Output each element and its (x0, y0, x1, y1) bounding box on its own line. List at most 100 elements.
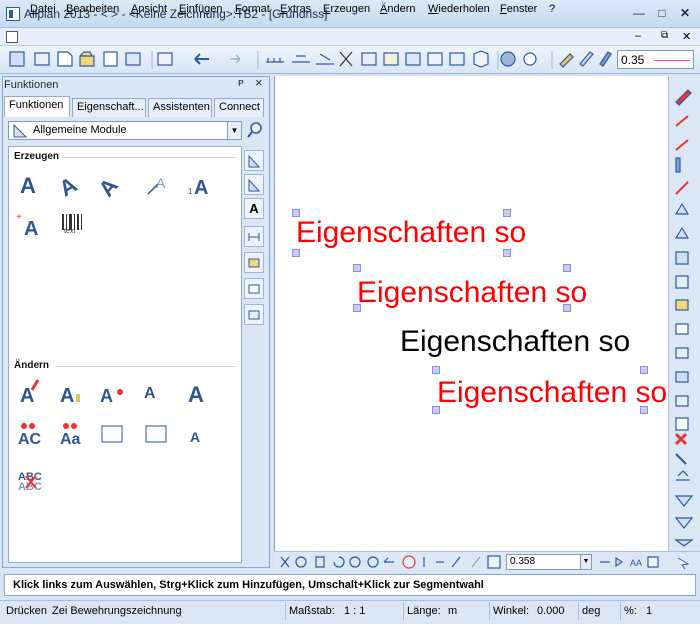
view-3d-icon (615, 556, 624, 568)
find-icon (523, 52, 537, 66)
tool-dimension-icon[interactable] (244, 174, 264, 195)
tab-eigenschaften[interactable]: Eigenschaft... (72, 98, 146, 117)
menu-einfuegen[interactable]: Einfügen (179, 3, 222, 15)
selection-handle[interactable] (503, 249, 511, 257)
zoom-out-icon (349, 556, 361, 568)
cursor-icon[interactable] (676, 556, 694, 570)
allplan-app-icon[interactable] (6, 7, 20, 21)
tool-label-icon[interactable]: A (244, 198, 264, 219)
status-length-label: Länge: (407, 605, 441, 617)
regenerate-icon (333, 556, 345, 568)
module-select[interactable]: Allgemeine Module ▼ (8, 121, 242, 140)
mdi-close-icon[interactable]: ✕ (682, 30, 691, 43)
tool-text-icon[interactable] (244, 150, 264, 171)
svg-text:A: A (156, 175, 166, 191)
tab-assistenten[interactable]: Assistenten (148, 98, 212, 117)
filter-3-icon (674, 517, 694, 529)
text-color-icon: A (60, 385, 74, 407)
create-tools-row2: A + (16, 212, 82, 240)
zoom-field[interactable]: 0.358 ▼ (506, 554, 592, 570)
panel-title: Funktionen (4, 79, 59, 91)
menu-extras[interactable]: Extras (280, 3, 311, 15)
menu-ansicht[interactable]: Ansicht (131, 3, 167, 15)
menu-aendern[interactable]: Ändern (380, 3, 415, 15)
copy-view-icon (647, 556, 659, 568)
menu-format[interactable]: Format (235, 3, 270, 15)
tab-funktionen[interactable]: Funktionen (4, 96, 70, 117)
selection-handle[interactable] (563, 304, 571, 312)
paste-icon (383, 52, 399, 66)
panel-pin-icon[interactable]: ᴘ (238, 77, 244, 89)
menu-help[interactable]: ? (549, 3, 555, 15)
drawing-text-1[interactable]: Eigenschaften so (296, 216, 526, 250)
delete-pencil-icon (675, 89, 692, 106)
close-icon[interactable]: ✕ (674, 4, 696, 22)
filter-2-icon (674, 495, 694, 507)
selection-handle[interactable] (292, 209, 300, 217)
right-toolbar-icons (674, 89, 694, 547)
tool-measure-icon[interactable] (244, 226, 264, 247)
selection-handle[interactable] (353, 304, 361, 312)
line-color-preview (654, 60, 690, 61)
selection-handle[interactable] (432, 406, 440, 414)
chevron-down-icon[interactable]: ▼ (227, 122, 241, 139)
menu-datei[interactable]: Datei (30, 3, 56, 15)
line-type-icon (599, 51, 612, 67)
status-angle-unit: deg (582, 605, 601, 617)
maximize-icon[interactable]: □ (651, 4, 673, 22)
selection-handle[interactable] (640, 406, 648, 414)
chevron-down-icon[interactable]: ▼ (580, 555, 591, 569)
drawing-text-3[interactable]: Eigenschaften so (400, 325, 630, 359)
text-horizontal-icon: A (20, 173, 36, 198)
menu-erzeugen[interactable]: Erzeugen (323, 3, 370, 15)
selection-handle[interactable] (640, 366, 648, 374)
svg-text:+: + (16, 212, 22, 223)
zoom-all-icon (280, 556, 290, 568)
fileset-icon (157, 52, 173, 66)
menu-fenster[interactable]: Fenster (500, 3, 537, 15)
menu-wiederholen[interactable]: Wiederholen (428, 3, 490, 15)
status-divider (578, 602, 579, 620)
module-triangle-icon (13, 124, 27, 138)
status-scale-label: Maßstab: (289, 605, 335, 617)
previous-view-icon (383, 557, 394, 563)
selection-handle[interactable] (563, 264, 571, 272)
drawing-text-2[interactable]: Eigenschaften so (357, 276, 587, 310)
drawing-canvas[interactable] (274, 76, 668, 551)
selection-handle[interactable] (503, 209, 511, 217)
tool-edit-icon[interactable] (244, 278, 264, 299)
document-icon[interactable] (6, 31, 18, 43)
mdi-minimize-icon[interactable]: – (635, 30, 641, 42)
text-point-icon: A (24, 218, 38, 240)
module-select-value: Allgemeine Module (33, 124, 127, 136)
drawing-text-4[interactable]: Eigenschaften so (437, 376, 667, 410)
text-index-icon: 1 (188, 187, 193, 196)
copy-objects-icon (675, 251, 689, 265)
redraw-icon (449, 52, 465, 66)
tool-layer-icon[interactable] (244, 252, 264, 273)
minimize-icon[interactable]: — (628, 4, 650, 22)
stretch-icon (675, 275, 689, 289)
menu-bearbeiten[interactable]: Bearbeiten (66, 3, 119, 15)
text-convert-icon: A (188, 382, 204, 407)
text-angle-icon: A (94, 173, 123, 201)
search-icon[interactable] (246, 121, 264, 139)
drawing-files-icon (34, 52, 50, 66)
modify-2-icon (675, 139, 689, 151)
selection-handle[interactable] (353, 264, 361, 272)
pen-thickness-value: 0.35 (621, 53, 645, 67)
redo-icon (230, 54, 241, 64)
menu-bar (0, 28, 700, 46)
mdi-restore-icon[interactable]: ⧉ (661, 30, 668, 41)
selection-handle[interactable] (432, 366, 440, 374)
tab-connect[interactable]: Connect (214, 98, 264, 117)
modify-tools: A A A A A AC Aa A ABC ABC (18, 379, 204, 493)
section-erzeugen: Erzeugen (14, 151, 60, 162)
panel-close-icon[interactable]: × (255, 75, 263, 90)
eyedropper-icon (675, 453, 687, 465)
selection-handle[interactable] (292, 249, 300, 257)
text-block-edit-icon (145, 425, 167, 443)
pen-thickness-field[interactable]: 0.35 (617, 50, 694, 69)
angle-measure-icon (316, 53, 334, 65)
tool-plan-icon[interactable] (244, 304, 264, 325)
